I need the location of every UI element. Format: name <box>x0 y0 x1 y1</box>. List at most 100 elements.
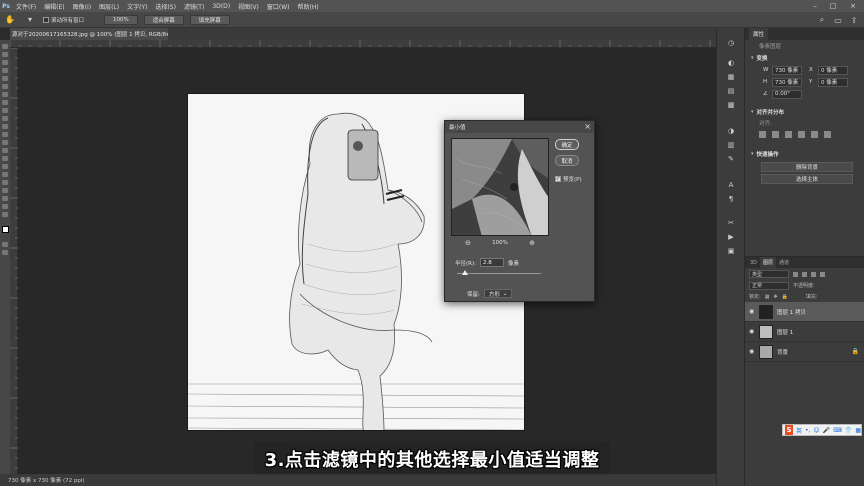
zoom-100-button[interactable]: 100% <box>104 14 138 25</box>
gradient-tool-icon[interactable] <box>2 140 8 145</box>
patterns-icon[interactable]: ▩ <box>726 100 736 109</box>
move-tool-icon[interactable] <box>2 44 8 49</box>
dialog-close-icon[interactable]: × <box>584 122 591 131</box>
eyedropper-tool-icon[interactable] <box>2 92 8 97</box>
lock-pixels-icon[interactable]: ▦ <box>765 294 770 300</box>
shape-tool-icon[interactable] <box>2 188 8 193</box>
tool-presets-icon[interactable]: ✂ <box>726 218 736 227</box>
menu-file[interactable]: 文件(F) <box>12 2 40 11</box>
eye-icon[interactable]: ◉ <box>749 328 755 335</box>
hand-tool-icon[interactable] <box>2 196 8 201</box>
close-window-icon[interactable]: × <box>846 0 860 12</box>
menu-3d[interactable]: 3D(D) <box>208 3 234 10</box>
radius-slider-thumb[interactable] <box>462 270 469 275</box>
eye-icon[interactable]: ◉ <box>749 348 755 355</box>
menu-image[interactable]: 图像(I) <box>69 2 95 11</box>
filter-pixel-icon[interactable] <box>793 271 798 277</box>
character-icon[interactable]: A <box>726 180 736 189</box>
gradients-icon[interactable]: ▤ <box>726 86 736 95</box>
filter-adjustment-icon[interactable] <box>802 271 807 277</box>
adjustments-icon[interactable]: ◑ <box>726 126 736 135</box>
align-center-v-icon[interactable] <box>811 130 818 138</box>
lasso-tool-icon[interactable] <box>2 60 8 65</box>
workspace-icon[interactable]: ▭ <box>832 14 844 26</box>
align-left-icon[interactable] <box>759 130 766 138</box>
voice-icon[interactable]: 🎤 <box>823 427 830 434</box>
search-icon[interactable]: ⌕ <box>816 14 828 26</box>
swatches-icon[interactable]: ▦ <box>726 72 736 81</box>
share-icon[interactable]: ⇪ <box>848 14 860 26</box>
quick-mask-icon[interactable] <box>2 242 8 247</box>
dialog-titlebar[interactable]: 最小值 × <box>445 121 594 133</box>
preview-checkbox[interactable]: ✓ 预览(P) <box>555 175 582 183</box>
hand-tool-icon[interactable]: ✋ <box>3 14 17 26</box>
x-input[interactable]: 0 像素 <box>818 65 848 75</box>
transform-section-header[interactable]: ▾ 变换 <box>745 52 864 64</box>
dodge-tool-icon[interactable] <box>2 156 8 161</box>
menu-type[interactable]: 文字(Y) <box>123 2 151 11</box>
filter-preview[interactable] <box>451 138 549 236</box>
radius-input[interactable]: 2.8 <box>479 258 504 267</box>
tool-preset-chevron-icon[interactable]: ▾ <box>23 14 37 26</box>
layer-comps-icon[interactable]: ▣ <box>726 246 736 255</box>
type-tool-icon[interactable] <box>2 172 8 177</box>
healing-tool-icon[interactable] <box>2 100 8 105</box>
quick-select-tool-icon[interactable] <box>2 68 8 73</box>
zoom-out-icon[interactable]: ⊖ <box>465 239 471 247</box>
ime-language-toggle[interactable]: 英 <box>796 426 802 435</box>
libraries-icon[interactable]: ▥ <box>726 140 736 149</box>
filter-shape-icon[interactable] <box>820 271 825 277</box>
eraser-tool-icon[interactable] <box>2 132 8 137</box>
layer-row[interactable]: ◉ 图层 1 <box>745 322 864 342</box>
brush-tool-icon[interactable] <box>2 108 8 113</box>
menu-filter[interactable]: 滤镜(T) <box>180 2 208 11</box>
path-select-tool-icon[interactable] <box>2 180 8 185</box>
tab-channels[interactable]: 通道 <box>776 257 792 268</box>
filter-type-icon[interactable] <box>811 271 816 277</box>
marquee-tool-icon[interactable] <box>2 52 8 57</box>
emoji-icon[interactable]: ☺ <box>813 427 819 434</box>
align-section-header[interactable]: ▾ 对齐并分布 <box>745 106 864 118</box>
select-subject-button[interactable]: 选择主体 <box>761 174 853 184</box>
menu-edit[interactable]: 编辑(E) <box>40 2 68 11</box>
remove-background-button[interactable]: 删除背景 <box>761 162 853 172</box>
tab-layers[interactable]: 图层 <box>760 257 777 268</box>
minimize-icon[interactable]: – <box>808 0 822 12</box>
blur-tool-icon[interactable] <box>2 148 8 153</box>
fit-screen-button[interactable]: 适合屏幕 <box>143 14 184 25</box>
menu-view[interactable]: 视图(V) <box>234 2 263 11</box>
keyboard-icon[interactable]: ⌨ <box>833 427 842 434</box>
lock-position-icon[interactable]: ✥ <box>773 294 777 300</box>
layer-row[interactable]: ◉ 背景 🔒 <box>745 342 864 362</box>
lock-all-icon[interactable]: 🔒 <box>782 294 788 300</box>
maximize-icon[interactable]: □ <box>826 0 840 12</box>
pen-tool-icon[interactable] <box>2 164 8 169</box>
zoom-in-icon[interactable]: ⊕ <box>529 239 535 247</box>
preserve-select[interactable]: 方形 ⌄ <box>483 289 513 298</box>
skin-icon[interactable]: 👕 <box>845 427 852 434</box>
menu-help[interactable]: 帮助(H) <box>294 2 323 11</box>
screen-mode-icon[interactable] <box>2 250 8 255</box>
frame-tool-icon[interactable] <box>2 84 8 89</box>
color-icon[interactable]: ◐ <box>726 58 736 67</box>
properties-tab[interactable]: 属性 <box>749 28 769 40</box>
y-input[interactable]: 0 像素 <box>818 77 848 87</box>
punctuation-icon[interactable]: •, <box>805 427 810 434</box>
angle-input[interactable]: 0.00° <box>772 89 802 99</box>
toolbox-icon[interactable]: ▦ <box>855 427 861 434</box>
menu-window[interactable]: 窗口(W) <box>263 2 294 11</box>
sogou-logo-icon[interactable]: S <box>785 425 793 435</box>
align-right-icon[interactable] <box>785 130 792 138</box>
scroll-all-windows-checkbox[interactable]: 滚动所有窗口 <box>43 16 84 24</box>
align-bottom-icon[interactable] <box>824 130 831 138</box>
foreground-color-swatch[interactable] <box>1 226 9 233</box>
tab-3d[interactable]: 3D <box>747 257 760 268</box>
align-top-icon[interactable] <box>798 130 805 138</box>
eye-icon[interactable]: ◉ <box>749 308 755 315</box>
history-brush-tool-icon[interactable] <box>2 124 8 129</box>
layer-filter-select[interactable]: 类型 <box>749 270 789 278</box>
layer-row[interactable]: ◉ 图层 1 拷贝 <box>745 302 864 322</box>
more-tools-icon[interactable] <box>2 212 8 217</box>
photoshop-logo-icon[interactable]: Ps <box>0 0 12 12</box>
crop-tool-icon[interactable] <box>2 76 8 81</box>
